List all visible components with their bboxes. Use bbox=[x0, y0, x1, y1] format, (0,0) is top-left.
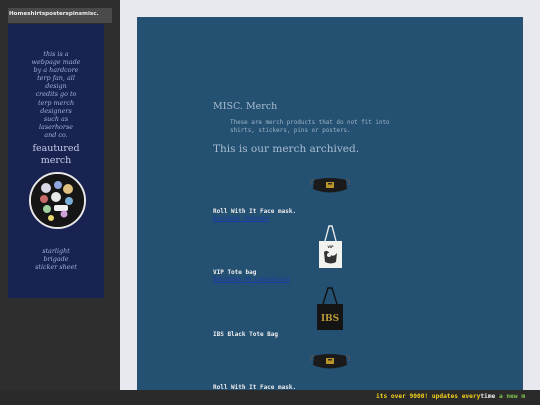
featured-merch-caption: starlight brigade sticker sheet bbox=[8, 247, 104, 271]
caption-line: sticker sheet bbox=[35, 263, 77, 272]
nav-link-posters[interactable]: posters bbox=[45, 11, 69, 17]
tote-logo-text: IBS bbox=[321, 314, 339, 324]
nav-link-pins[interactable]: pins bbox=[69, 11, 82, 17]
svg-text:VIP: VIP bbox=[328, 245, 335, 249]
sidebar-line: this is a bbox=[43, 50, 69, 58]
sidebar-panel: this is a webpage made by a hardcore ter… bbox=[8, 24, 104, 298]
caption-line: starlight bbox=[42, 247, 70, 255]
sidebar-intro-text: this is a webpage made by a hardcore ter… bbox=[8, 50, 104, 139]
sidebar-line: laserhorse bbox=[38, 122, 74, 131]
nav-link-shirts[interactable]: shirts bbox=[27, 11, 45, 17]
page-description: These are merch products that do not fit… bbox=[230, 120, 430, 135]
white-tote-bag-image[interactable]: VIP bbox=[317, 224, 344, 268]
sticker-sheet-image bbox=[31, 174, 84, 227]
sidebar-line: and co. bbox=[44, 130, 68, 139]
product-designer-link[interactable]: Designer Unknown bbox=[213, 216, 269, 222]
face-mask-image[interactable] bbox=[309, 353, 351, 370]
ticker-bar: its over 9000! updates everytime a new m bbox=[0, 390, 540, 405]
featured-merch-image[interactable] bbox=[29, 172, 86, 229]
nav-bar: Homeshirtsposterspinsmisc. bbox=[8, 8, 112, 23]
sidebar-line: design bbox=[45, 82, 67, 91]
sidebar-line: terp fan, all bbox=[37, 74, 75, 83]
featured-title-line: feautured bbox=[32, 143, 80, 154]
sidebar-line: webpage made bbox=[31, 58, 81, 67]
nav-links: Homeshirtsposterspinsmisc. bbox=[9, 11, 99, 17]
ticker-part: a new m bbox=[498, 393, 526, 400]
ticker-part: time bbox=[480, 393, 496, 400]
black-tote-bag-image[interactable]: IBS bbox=[316, 287, 344, 330]
page-title: MISC. Merch bbox=[213, 101, 278, 112]
nav-link-home[interactable]: Home bbox=[9, 11, 27, 17]
archived-heading: This is our merch archived. bbox=[213, 143, 360, 155]
featured-merch-heading: feautured merch bbox=[8, 143, 104, 167]
sidebar-line: such as bbox=[43, 114, 69, 123]
ticker-text: its over 9000! updates everytime a new m bbox=[376, 393, 525, 400]
nav-link-misc[interactable]: misc. bbox=[82, 11, 99, 17]
sidebar-line: designers bbox=[40, 106, 72, 115]
main-panel: MISC. Merch These are merch products tha… bbox=[137, 17, 523, 391]
left-column: Homeshirtsposterspinsmisc. this is a web… bbox=[0, 0, 120, 405]
product-designer-link[interactable]: Designed by Laserhorse bbox=[213, 277, 290, 283]
description-line: shirts, stickers, pins or posters. bbox=[230, 127, 351, 134]
face-mask-image[interactable] bbox=[309, 177, 351, 194]
product-title: VIP Tote bag bbox=[213, 269, 257, 276]
ticker-part: updates every bbox=[431, 393, 481, 400]
description-line: These are merch products that do not fit… bbox=[230, 120, 390, 126]
sidebar-line: credits go to bbox=[35, 90, 77, 99]
ticker-part: its over 9000! bbox=[376, 393, 429, 400]
sidebar-line: terp merch bbox=[37, 98, 75, 107]
product-title: IBS Black Tote Bag bbox=[213, 331, 279, 338]
sidebar-line: by a hardcore bbox=[33, 66, 79, 75]
caption-line: brigade bbox=[43, 255, 69, 264]
featured-title-line: merch bbox=[40, 155, 72, 166]
product-title: Roll With It Face mask. bbox=[213, 208, 297, 215]
